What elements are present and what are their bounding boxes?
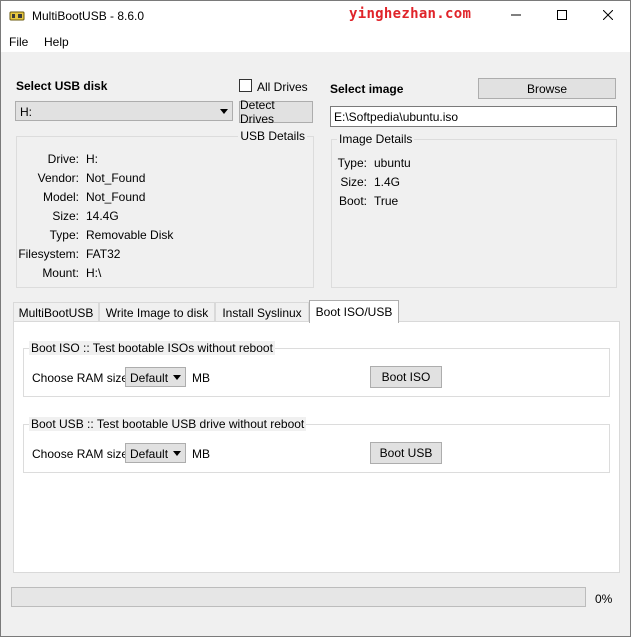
usb-details-group: USB Details Drive: H: Vendor: Not_Found … — [16, 129, 314, 288]
image-detail-value: 1.4G — [374, 175, 401, 189]
maximize-icon — [557, 9, 567, 23]
usb-detail-key: Filesystem: — [18, 247, 79, 261]
usb-disk-select[interactable]: H: — [15, 101, 233, 121]
chevron-down-icon — [220, 109, 228, 114]
boot-iso-unit: MB — [192, 371, 210, 385]
usb-details-list: Drive: H: Vendor: Not_Found Model: Not_F… — [17, 137, 313, 277]
usb-detail-value: Removable Disk — [86, 228, 174, 242]
all-drives-label: All Drives — [257, 80, 308, 94]
image-detail-key: Size: — [340, 175, 367, 189]
usb-detail-value: Not_Found — [86, 171, 146, 185]
browse-button[interactable]: Browse — [478, 78, 616, 99]
boot-iso-title: Boot ISO :: Test bootable ISOs without r… — [29, 341, 275, 355]
image-detail-key: Boot: — [338, 194, 367, 208]
image-detail-value: True — [374, 194, 399, 208]
usb-detail-key: Vendor: — [37, 171, 79, 185]
image-detail-key: Type: — [337, 156, 367, 170]
menu-file[interactable]: File — [9, 35, 28, 49]
usb-detail-key: Mount: — [42, 266, 79, 277]
usb-detail-value: H:\ — [86, 266, 102, 277]
boot-iso-ram-label: Choose RAM size: — [32, 371, 132, 385]
app-logo-icon — [9, 9, 25, 23]
usb-detail-value: H: — [86, 152, 98, 166]
boot-usb-ram-value: Default — [130, 447, 169, 461]
title-bar: MultiBootUSB - 8.6.0 yinghezhan.com — [1, 1, 630, 31]
boot-usb-ram-label: Choose RAM size: — [32, 447, 132, 461]
usb-detail-key: Size: — [52, 209, 79, 223]
boot-usb-group: Boot USB :: Test bootable USB drive with… — [23, 417, 610, 473]
image-detail-value: ubuntu — [374, 156, 411, 170]
watermark-text: yinghezhan.com — [349, 6, 472, 22]
app-window: MultiBootUSB - 8.6.0 yinghezhan.com File… — [0, 0, 631, 637]
usb-detail-key: Drive: — [47, 152, 79, 166]
boot-iso-ram-value: Default — [130, 371, 169, 385]
select-image-label: Select image — [330, 82, 404, 96]
maximize-button[interactable] — [539, 1, 585, 31]
boot-usb-ram-select[interactable]: Default — [125, 443, 186, 463]
minimize-button[interactable] — [493, 1, 539, 31]
tab-boot-iso-usb[interactable]: Boot ISO/USB — [309, 300, 399, 323]
menu-bar: File Help — [1, 31, 630, 53]
close-button[interactable] — [585, 1, 631, 31]
usb-detail-value: Not_Found — [86, 190, 146, 204]
chevron-down-icon — [173, 451, 181, 456]
detect-drives-button[interactable]: Detect Drives — [239, 98, 313, 126]
progress-percent: 0% — [595, 592, 613, 606]
image-path-input[interactable]: E:\Softpedia\ubuntu.iso — [330, 106, 617, 127]
menu-help[interactable]: Help — [44, 35, 69, 49]
usb-detail-value: 14.4G — [86, 209, 119, 223]
close-icon — [602, 9, 614, 23]
all-drives-checkbox[interactable] — [239, 79, 252, 92]
boot-iso-button[interactable]: Boot ISO — [370, 366, 442, 388]
minimize-icon — [511, 9, 521, 23]
usb-detail-key: Model: — [42, 190, 79, 204]
boot-iso-usb-panel: Boot ISO :: Test bootable ISOs without r… — [13, 321, 620, 573]
usb-disk-value: H: — [20, 105, 32, 119]
boot-iso-group: Boot ISO :: Test bootable ISOs without r… — [23, 341, 610, 397]
progress-bar — [11, 587, 586, 607]
tab-multibootusb[interactable]: MultiBootUSB — [13, 302, 99, 322]
boot-usb-button[interactable]: Boot USB — [370, 442, 442, 464]
usb-detail-key: Type: — [49, 228, 79, 242]
usb-detail-value: FAT32 — [86, 247, 121, 261]
tab-install-syslinux[interactable]: Install Syslinux — [215, 302, 309, 322]
boot-usb-title: Boot USB :: Test bootable USB drive with… — [29, 417, 307, 431]
select-usb-label: Select USB disk — [16, 79, 108, 93]
window-title: MultiBootUSB - 8.6.0 — [32, 9, 145, 23]
image-details-group: Image Details Type: ubuntu Size: 1.4G Bo… — [331, 132, 617, 288]
image-details-title: Image Details — [337, 132, 415, 146]
boot-iso-ram-select[interactable]: Default — [125, 367, 186, 387]
chevron-down-icon — [173, 375, 181, 380]
tab-write-image[interactable]: Write Image to disk — [99, 302, 215, 322]
boot-usb-unit: MB — [192, 447, 210, 461]
